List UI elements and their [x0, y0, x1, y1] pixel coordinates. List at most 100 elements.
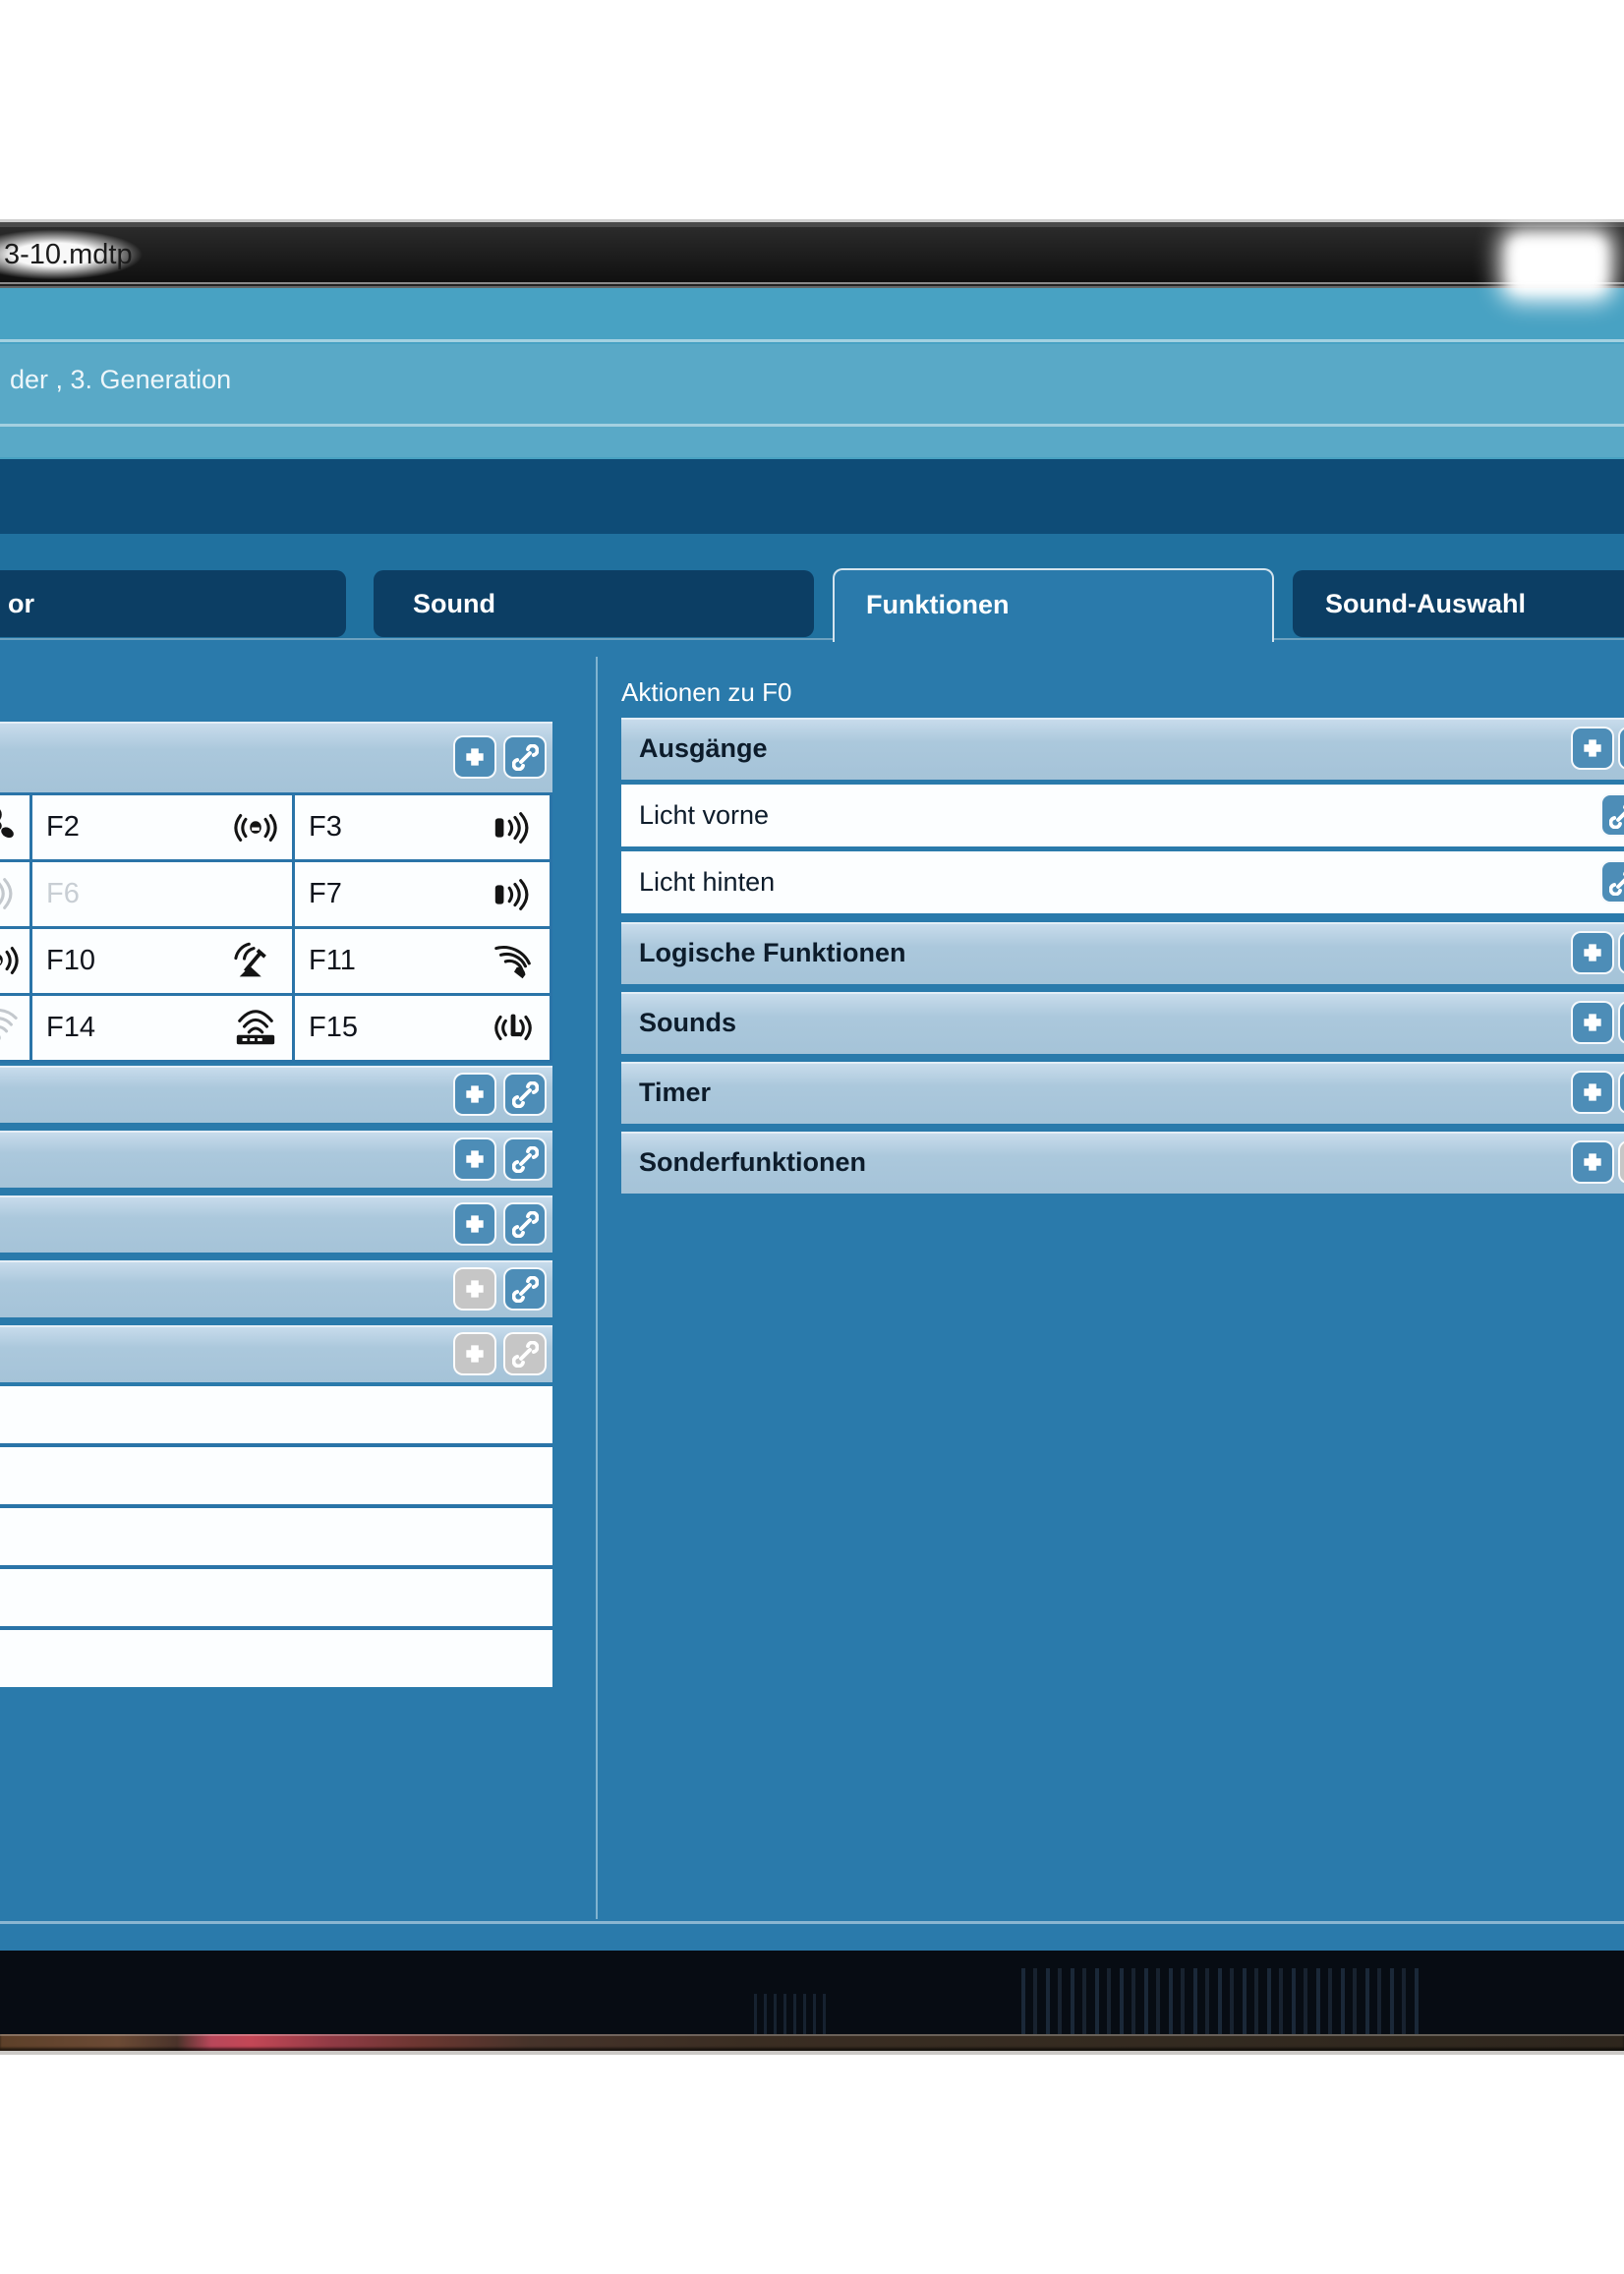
wrench-icon: [512, 1341, 539, 1368]
function-table-row: F2 F3: [0, 795, 552, 862]
settings-wrench-button[interactable]: [1600, 793, 1624, 837]
action-row-timer[interactable]: Timer: [621, 1062, 1624, 1124]
window-titlebar[interactable]: 3-10.mdtp: [0, 227, 1624, 282]
add-button[interactable]: [1571, 931, 1614, 974]
left-section-header-row[interactable]: [0, 1260, 552, 1317]
add-button[interactable]: [453, 1202, 496, 1246]
action-row-label: Licht hinten: [639, 851, 775, 913]
honk-icon: [0, 941, 20, 985]
empty-table-row: [0, 1386, 552, 1447]
function-cell-f6[interactable]: F6: [32, 862, 295, 926]
left-section-header-row[interactable]: [0, 1131, 552, 1188]
wrench-icon: [512, 1276, 539, 1303]
function-label: F6: [46, 862, 80, 926]
plus-icon: [462, 1211, 488, 1237]
settings-wrench-button[interactable]: [503, 1137, 547, 1181]
function-label: F10: [46, 929, 95, 993]
left-section-header-row[interactable]: [0, 1325, 552, 1382]
settings-wrench-button[interactable]: [503, 1202, 547, 1246]
add-button[interactable]: [453, 1137, 496, 1181]
settings-wrench-button[interactable]: [1618, 1071, 1624, 1114]
settings-wrench-button[interactable]: [503, 1073, 547, 1116]
wifi-hand-icon: [491, 942, 536, 986]
action-row-label: Licht vorne: [639, 785, 769, 846]
function-cell-f2[interactable]: F2: [32, 795, 295, 859]
settings-wrench-button[interactable]: [503, 735, 547, 779]
app-window: 3-10.mdtp der , 3. Generation or Sound F…: [0, 0, 1624, 2274]
tab-label: Sound-Auswahl: [1325, 570, 1624, 637]
settings-wrench-button[interactable]: [1618, 1001, 1624, 1044]
empty-table-row: [0, 1447, 552, 1508]
wrench-icon: [1609, 869, 1624, 896]
cut-off-cell: [0, 929, 32, 993]
empty-table-row: [0, 1630, 552, 1687]
cut-off-cell: [0, 996, 32, 1060]
plus-icon: [462, 1341, 488, 1367]
action-row-ausgänge[interactable]: Ausgänge: [621, 718, 1624, 780]
plus-icon: [462, 1146, 488, 1172]
add-button[interactable]: [1571, 727, 1614, 770]
left-section-header-row[interactable]: [0, 1066, 552, 1123]
settings-wrench-button[interactable]: [1618, 931, 1624, 974]
desktop-wallpaper-band: [0, 1951, 1624, 2034]
function-table-row: F14 F15: [0, 996, 552, 1063]
action-row-licht-hinten[interactable]: Licht hinten: [621, 851, 1624, 913]
action-row-logische-funktionen[interactable]: Logische Funktionen: [621, 922, 1624, 984]
wallpaper-horizon-strip: [0, 2034, 1624, 2051]
header-navy-band: [0, 459, 1624, 534]
cut-off-cell: [0, 862, 32, 926]
settings-wrench-button[interactable]: [503, 1332, 547, 1375]
tab-sound[interactable]: Sound: [374, 570, 814, 637]
actions-panel-title: Aktionen zu F0: [621, 676, 791, 708]
function-table-row: F6 F7: [0, 862, 552, 929]
add-button[interactable]: [1571, 1001, 1614, 1044]
content-bottom-edge: [0, 1921, 1624, 1924]
add-button[interactable]: [453, 1267, 496, 1311]
action-row-sonderfunktionen[interactable]: Sonderfunktionen: [621, 1132, 1624, 1194]
action-row-label: Ausgänge: [639, 718, 768, 780]
plus-icon: [1580, 735, 1605, 761]
add-button[interactable]: [1571, 1140, 1614, 1184]
settings-wrench-button[interactable]: [503, 1267, 547, 1311]
action-row-label: Sonderfunktionen: [639, 1132, 866, 1194]
settings-wrench-button[interactable]: [1618, 727, 1624, 770]
action-row-sounds[interactable]: Sounds: [621, 992, 1624, 1054]
function-cell-f7[interactable]: F7: [295, 862, 552, 926]
left-section-header-row[interactable]: [0, 1195, 552, 1253]
add-button[interactable]: [453, 1073, 496, 1116]
tab-label: Funktionen: [866, 570, 1272, 640]
actions-list: AusgängeLicht vorneLicht hinten Logische …: [621, 718, 1624, 1194]
function-label: F7: [309, 862, 342, 926]
settings-wrench-button[interactable]: [1618, 1140, 1624, 1184]
window-top-border: [0, 219, 1624, 227]
coupler-icon: [491, 1009, 536, 1053]
header-divider: [0, 339, 1624, 342]
function-cell-f3[interactable]: F3: [295, 795, 552, 859]
wrench-icon: [512, 1146, 539, 1173]
function-cell-f11[interactable]: F11: [295, 929, 552, 993]
horn-icon: [491, 875, 536, 919]
add-button[interactable]: [453, 1332, 496, 1375]
empty-table-row: [0, 1508, 552, 1569]
function-table-header: [0, 722, 552, 792]
settings-wrench-button[interactable]: [1600, 860, 1624, 904]
function-table-row: F10 F11: [0, 929, 552, 996]
tab-label: Sound: [413, 570, 814, 637]
function-label: F2: [46, 795, 80, 859]
add-button[interactable]: [453, 735, 496, 779]
plus-icon: [1580, 940, 1605, 965]
router-icon: [233, 1009, 278, 1053]
plus-icon: [1580, 1010, 1605, 1035]
function-label: F15: [309, 996, 358, 1060]
function-cell-f14[interactable]: F14: [32, 996, 295, 1060]
plus-icon: [1580, 1149, 1605, 1175]
add-button[interactable]: [1571, 1071, 1614, 1114]
action-row-licht-vorne[interactable]: Licht vorne: [621, 785, 1624, 846]
tab-or[interactable]: or: [0, 570, 346, 637]
tab-sound-auswahl[interactable]: Sound-Auswahl: [1293, 570, 1624, 637]
window-bottom-edge: [0, 2051, 1624, 2055]
function-cell-f10[interactable]: F10: [32, 929, 295, 993]
tab-funktionen[interactable]: Funktionen: [833, 568, 1274, 642]
app-header-subband: [0, 344, 1624, 457]
function-cell-f15[interactable]: F15: [295, 996, 552, 1060]
